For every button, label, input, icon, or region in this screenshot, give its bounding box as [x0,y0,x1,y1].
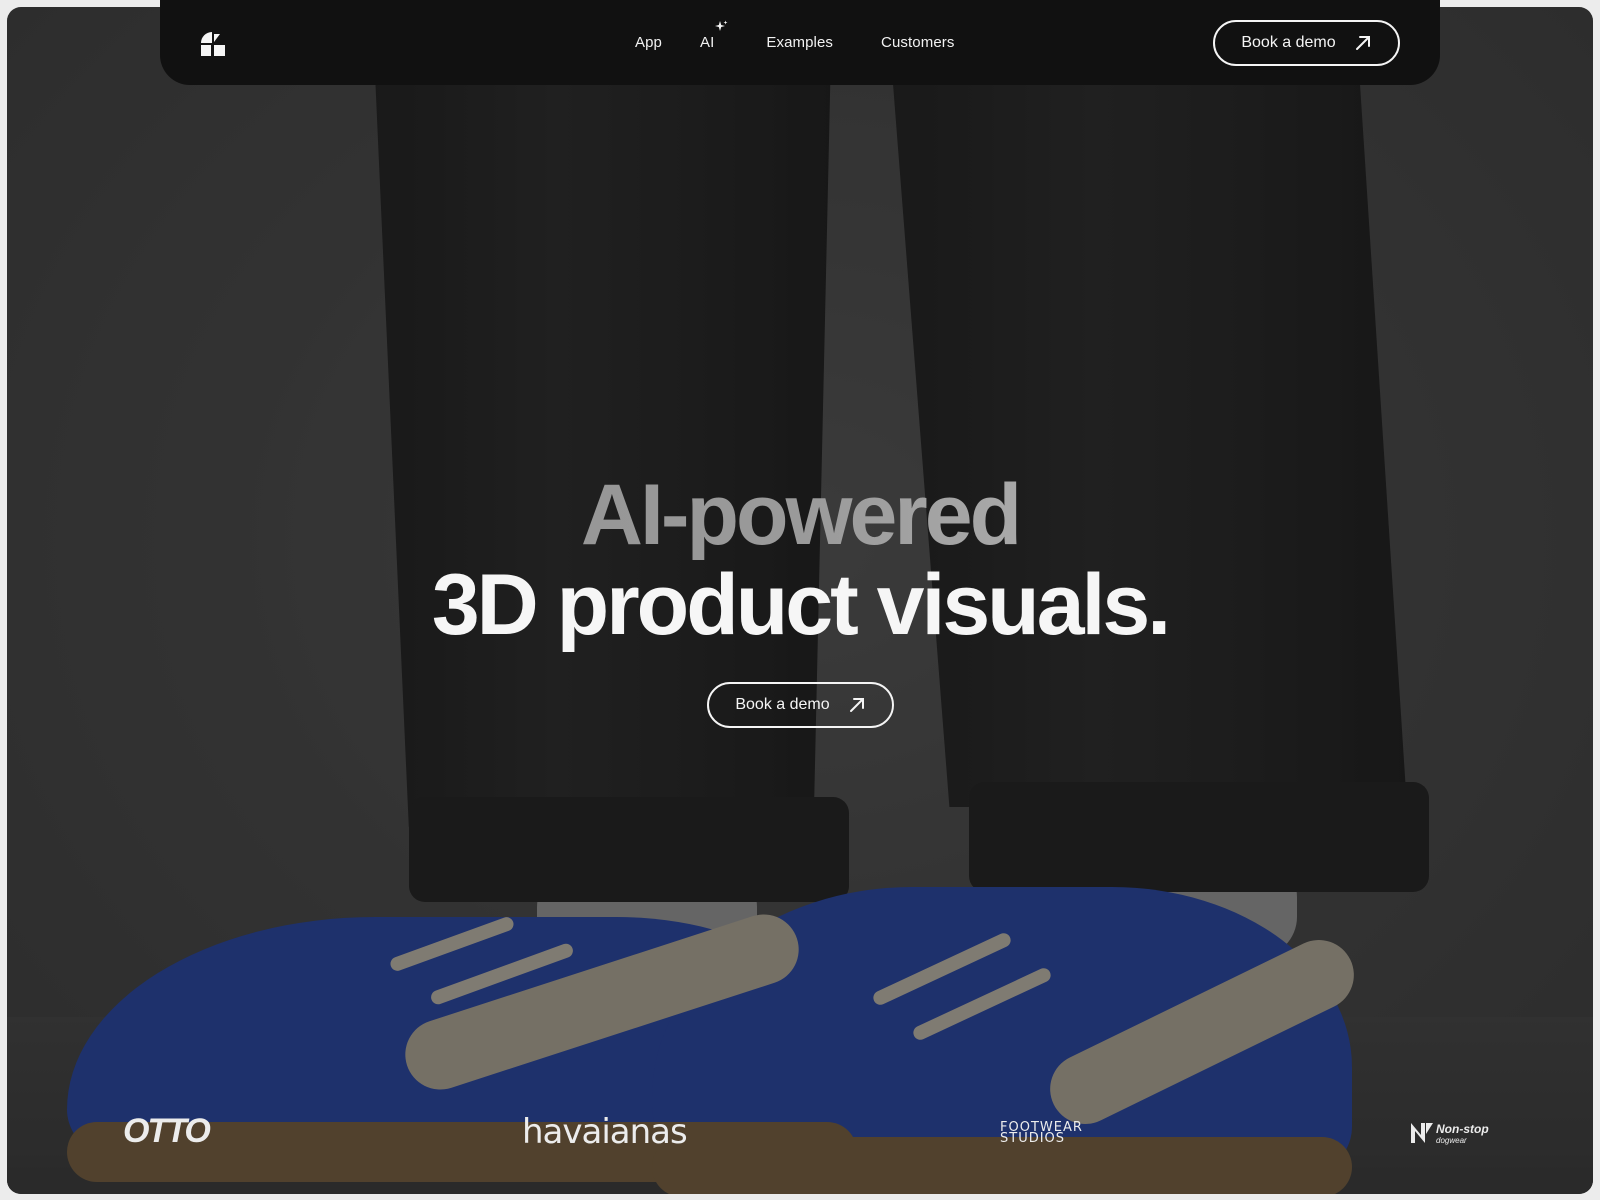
nonstop-logo-icon [1411,1123,1433,1143]
nav-link-customers[interactable]: Customers [881,34,954,51]
nav-link-ai-label: AI [700,34,715,51]
hero-headline-line2: 3D product visuals. [431,557,1171,653]
brand-logo-nonstop: Non-stop dogwear [1436,1122,1489,1146]
nav-book-demo-button[interactable]: Book a demo [1213,20,1400,66]
nav-book-demo-label: Book a demo [1241,34,1336,51]
brand-logo-otto: OTTO [123,1112,211,1150]
nav-link-examples[interactable]: Examples [766,34,833,51]
top-nav: App AI Examples Customers Book a demo [160,0,1440,85]
brand-logo-footwear-studios: FOOTWEAR STUDIOS [1000,1121,1083,1145]
nav-link-ai[interactable]: AI [700,20,728,51]
brand-logo-icon[interactable] [200,30,226,58]
hero-book-demo-button[interactable]: Book a demo [707,682,894,728]
brand-nonstop-name: Non-stop [1436,1122,1489,1136]
hero: AI-powered 3D product visuals. [0,470,1600,650]
arrow-up-right-icon [1355,36,1370,50]
hero-book-demo-label: Book a demo [735,696,830,713]
brand-logo-havaianas: havaianas [522,1112,688,1152]
sparkle-icon [715,20,728,31]
arrow-up-right-icon [849,698,864,712]
nav-link-app[interactable]: App [635,34,662,51]
hero-headline-line1: AI-powered [0,470,1600,560]
brand-nonstop-sub: dogwear [1436,1136,1467,1145]
nav-links: App AI Examples Customers [635,0,954,85]
